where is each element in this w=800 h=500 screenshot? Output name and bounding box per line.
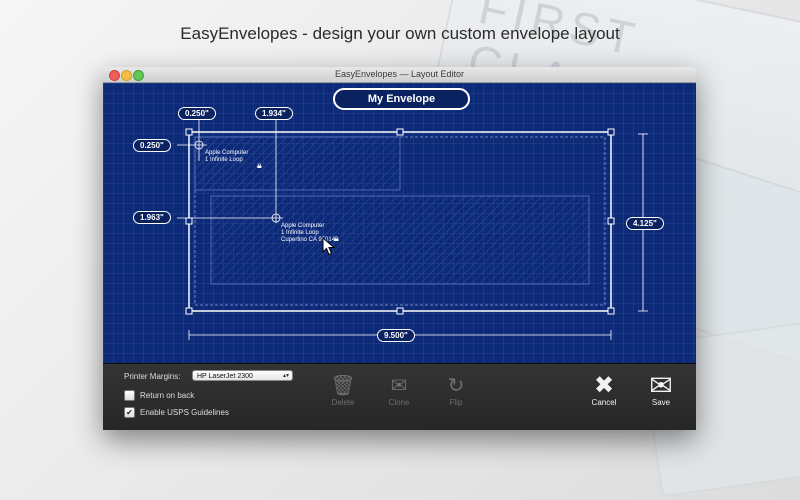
save-label: Save: [651, 398, 671, 407]
usps-guidelines-label: Enable USPS Guidelines: [140, 408, 229, 417]
envelope-layout-drawing: [177, 119, 648, 340]
envelope-name-field[interactable]: My Envelope: [333, 88, 470, 110]
return-on-back-label: Return on back: [140, 391, 195, 400]
recipient-x-offset-label[interactable]: 1.934": [255, 107, 293, 120]
blueprint-canvas[interactable]: My Envelope 0.250" 1.934" 0.250" 1.963" …: [103, 83, 696, 363]
delete-button[interactable]: 🗑︎ Delete: [323, 374, 363, 407]
bottom-toolbar: Printer Margins: HP LaserJet 2300 ▴▾ Ret…: [103, 363, 696, 430]
envelope-height-label[interactable]: 4.125": [626, 217, 664, 230]
return-on-back-checkbox[interactable]: [124, 390, 135, 401]
return-address-text: Apple Computer 1 Infinite Loop: [205, 150, 249, 163]
envelope-icon: ✉: [649, 370, 673, 401]
select-arrows-icon: ▴▾: [282, 373, 289, 379]
envelope-clone-icon: ✉: [390, 375, 408, 397]
layout-editor-window: EasyEnvelopes — Layout Editor My Envelop…: [103, 67, 696, 430]
window-titlebar[interactable]: EasyEnvelopes — Layout Editor: [103, 67, 696, 83]
recipient-address-box[interactable]: [210, 195, 590, 285]
cancel-button[interactable]: ✖ Cancel: [584, 372, 624, 408]
rotate-icon: ↻: [447, 375, 465, 397]
headline: EasyEnvelopes - design your own custom e…: [180, 24, 620, 43]
return-y-offset-label[interactable]: 0.250": [133, 139, 171, 152]
mouse-cursor-icon: [322, 237, 336, 256]
printer-margins-select[interactable]: HP LaserJet 2300 ▴▾: [192, 370, 293, 381]
usps-guidelines-checkbox[interactable]: ✔: [124, 407, 135, 418]
clone-label: Clone: [388, 398, 410, 407]
recipient-y-offset-label[interactable]: 1.963": [133, 211, 171, 224]
window-title: EasyEnvelopes — Layout Editor: [334, 69, 465, 79]
trash-icon: 🗑︎: [330, 375, 356, 397]
cancel-label: Cancel: [591, 398, 617, 407]
usps-guidelines-row[interactable]: ✔ Enable USPS Guidelines: [124, 407, 229, 418]
printer-margins-value: HP LaserJet 2300: [197, 373, 253, 380]
close-icon: ✖: [593, 372, 615, 399]
flip-button[interactable]: ↻ Flip: [436, 374, 476, 407]
return-lock-icon[interactable]: 🔒︎: [257, 160, 262, 171]
printer-margins-label: Printer Margins:: [124, 372, 181, 381]
return-x-offset-label[interactable]: 0.250": [178, 107, 216, 120]
flip-label: Flip: [449, 398, 463, 407]
save-button[interactable]: ✉ Save: [641, 370, 681, 408]
delete-label: Delete: [331, 398, 355, 407]
return-on-back-row[interactable]: Return on back: [124, 390, 194, 401]
envelope-width-label[interactable]: 9.500": [377, 329, 415, 342]
clone-button[interactable]: ✉ Clone: [379, 374, 419, 407]
